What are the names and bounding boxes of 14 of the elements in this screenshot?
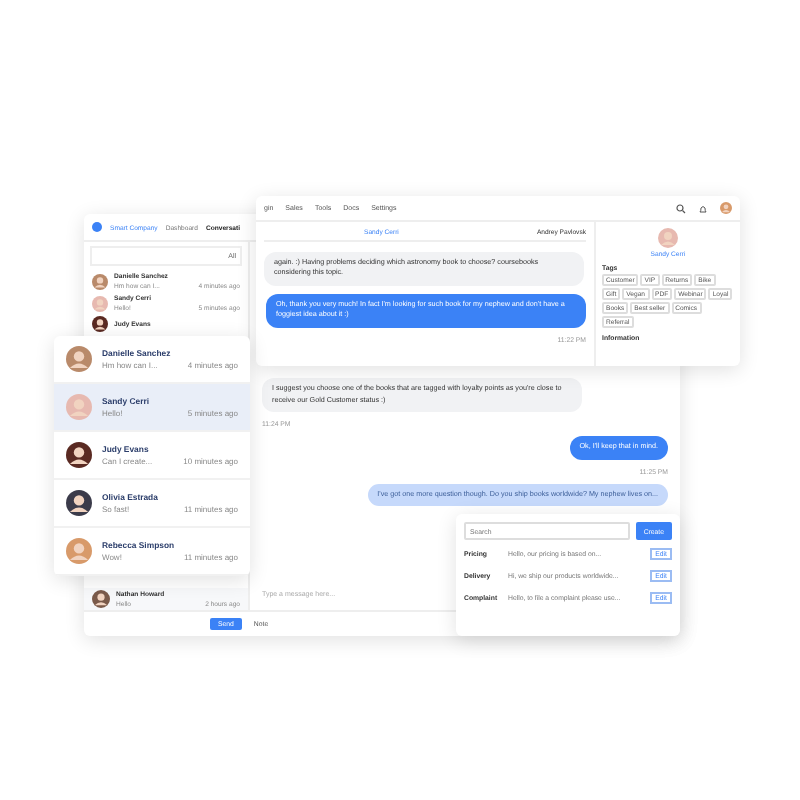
avatar-icon xyxy=(658,228,678,248)
avatar-icon xyxy=(66,346,92,372)
logo-icon xyxy=(92,222,102,232)
avatar-icon xyxy=(92,295,108,311)
bell-icon[interactable] xyxy=(698,203,708,213)
avatar-icon xyxy=(720,202,732,214)
avatar-icon xyxy=(66,538,92,564)
avatar-icon xyxy=(92,273,108,289)
search-icon[interactable] xyxy=(676,203,686,213)
avatar-icon xyxy=(66,442,92,468)
avatar-icon xyxy=(66,490,92,516)
avatar-icon xyxy=(92,590,110,608)
avatar-icon xyxy=(66,394,92,420)
avatar-icon xyxy=(92,316,108,332)
